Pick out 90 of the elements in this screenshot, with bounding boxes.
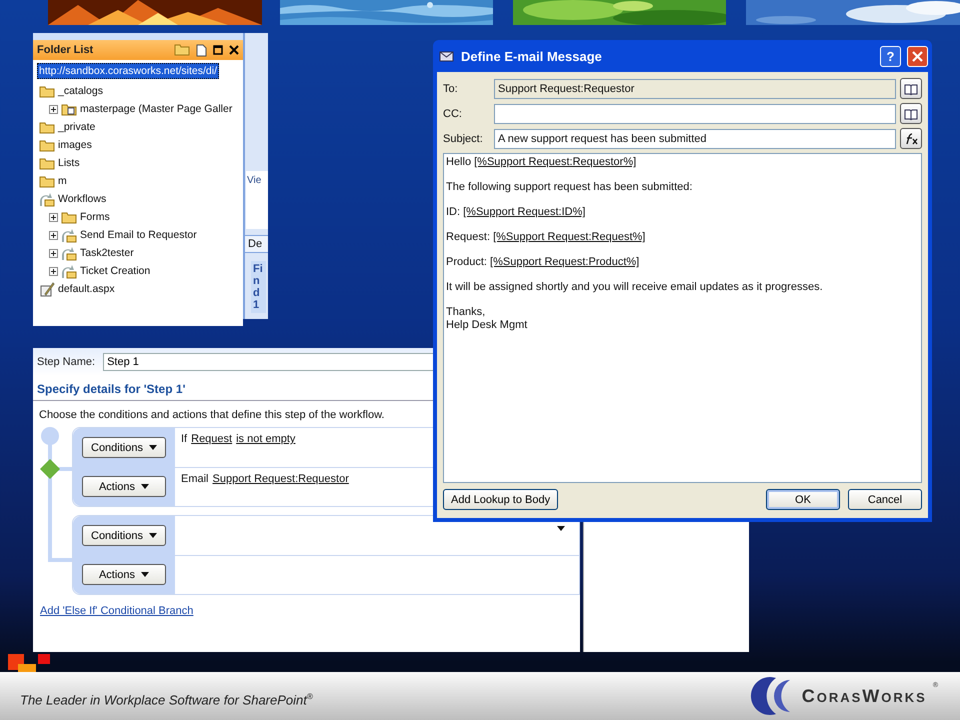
folder-icon — [39, 120, 55, 134]
body-paragraph: Request: [%Support Request:Request%] — [446, 231, 646, 244]
tree-item[interactable]: default.aspx — [58, 283, 115, 295]
site-url[interactable]: http://sandbox.corasworks.net/sites/di/ — [37, 63, 220, 79]
function-icon — [904, 132, 918, 144]
dialog-button[interactable]: Cancel — [848, 489, 922, 510]
text-field[interactable]: A new support request has been submitted — [494, 128, 896, 148]
tree-item[interactable]: Workflows — [58, 193, 106, 205]
workflow-icon — [39, 192, 55, 206]
rule-text: Email — [181, 472, 209, 486]
field-label: CC: — [443, 108, 463, 120]
field-label: To: — [443, 82, 459, 94]
folder-icon — [39, 138, 55, 152]
caret-icon — [148, 533, 157, 538]
expand-icon[interactable] — [49, 212, 58, 222]
body-paragraph: Thanks, Help Desk Mgmt — [446, 306, 528, 332]
folder-icon — [39, 84, 55, 98]
dropdown-arrow-icon[interactable] — [557, 526, 565, 531]
conditions-button[interactable]: Conditions — [82, 437, 166, 458]
tree-item[interactable]: Task2tester — [80, 247, 134, 259]
actions-button[interactable]: Actions — [82, 564, 166, 585]
body-paragraph: ID: [%Support Request:ID%] — [446, 206, 586, 219]
book-icon — [904, 82, 918, 94]
expand-icon[interactable] — [49, 230, 58, 240]
panel-title: Folder List — [37, 44, 94, 56]
body-paragraph: Product: [%Support Request:Product%] — [446, 256, 640, 269]
lookup-link[interactable]: [%Support Request:Product%] — [490, 256, 640, 268]
body-paragraph: The following support request has been submitted: — [446, 181, 694, 194]
caret-icon — [141, 572, 150, 577]
logo-square — [38, 654, 50, 664]
folder-icon[interactable] — [174, 44, 190, 56]
workflow-icon — [61, 228, 77, 242]
maximize-icon[interactable] — [213, 45, 223, 55]
folder-icon — [39, 156, 55, 170]
workflow-icon — [61, 264, 77, 278]
tree-item[interactable]: _catalogs — [58, 85, 103, 97]
formula-button[interactable] — [900, 128, 922, 149]
step-name-label: Step Name: — [37, 356, 96, 368]
envelope-icon — [439, 49, 455, 63]
field-label: Subject: — [443, 132, 484, 144]
help-button[interactable]: ? — [880, 46, 901, 66]
close-icon — [912, 50, 923, 62]
add-branch-link[interactable]: Add 'Else If' Conditional Branch — [40, 605, 194, 617]
document-icon[interactable] — [196, 44, 207, 56]
brand-name: CorasWorks — [802, 686, 927, 706]
add-lookup-button[interactable]: Add Lookup to Body — [443, 489, 558, 510]
text-field[interactable]: Support Request:Requestor — [494, 78, 896, 98]
body-paragraph: It will be assigned shortly and you will receive email updates as it progresses. — [446, 281, 824, 294]
folder-icon — [39, 174, 55, 188]
caret-icon — [148, 445, 157, 450]
field-link[interactable]: Request — [191, 433, 232, 462]
close-icon[interactable] — [229, 45, 239, 55]
view-tab[interactable]: Vie — [246, 171, 268, 229]
workflow-icon — [61, 246, 77, 260]
book-icon — [904, 108, 918, 120]
tree-item[interactable]: Ticket Creation — [80, 265, 150, 277]
address-book-button[interactable] — [900, 78, 922, 99]
expand-icon[interactable] — [49, 266, 58, 276]
pane-title: Find 1 — [251, 261, 266, 314]
caret-icon — [141, 484, 150, 489]
expand-icon[interactable] — [49, 104, 58, 114]
actions-button[interactable]: Actions — [82, 476, 166, 497]
tree-item[interactable]: Lists — [58, 157, 80, 169]
tree-item[interactable]: masterpage (Master Page Galler — [80, 103, 232, 115]
lookup-link[interactable]: [%Support Request:Request%] — [493, 231, 646, 243]
lookup-link[interactable]: [%Support Request:ID%] — [463, 206, 586, 218]
dialog-title: Define E-mail Message — [461, 48, 603, 64]
address-book-button[interactable] — [900, 103, 922, 124]
expand-icon[interactable] — [49, 248, 58, 258]
pane-button[interactable]: De — [245, 235, 268, 253]
folder-icon — [61, 210, 77, 224]
tree-item[interactable]: _private — [58, 121, 96, 133]
body-paragraph: Hello [%Support Request:Requestor%] — [446, 156, 638, 169]
field-link[interactable]: Support Request:Requestor — [212, 472, 349, 501]
page-icon — [39, 282, 55, 296]
instructions-text: Choose the conditions and actions that define this step of the workflow. — [38, 408, 386, 423]
text-field[interactable] — [494, 104, 896, 124]
tree-item[interactable]: images — [58, 139, 92, 151]
tree-item[interactable]: Send Email to Requestor — [80, 229, 197, 241]
rule-text: If — [181, 433, 188, 447]
tree-item[interactable]: Forms — [80, 211, 110, 223]
tree-item[interactable]: m — [58, 175, 67, 187]
message-body-field[interactable] — [443, 153, 922, 483]
close-button[interactable] — [907, 46, 928, 66]
field-link[interactable]: is not empty — [236, 433, 296, 462]
lookup-link[interactable]: [%Support Request:Requestor%] — [474, 156, 636, 168]
library-folder-icon — [61, 102, 77, 116]
conditions-button[interactable]: Conditions — [82, 525, 166, 546]
tagline: The Leader in Workplace Software for SharePoint$^{®}$ — [20, 692, 313, 708]
dialog-button[interactable]: OK — [766, 489, 840, 510]
